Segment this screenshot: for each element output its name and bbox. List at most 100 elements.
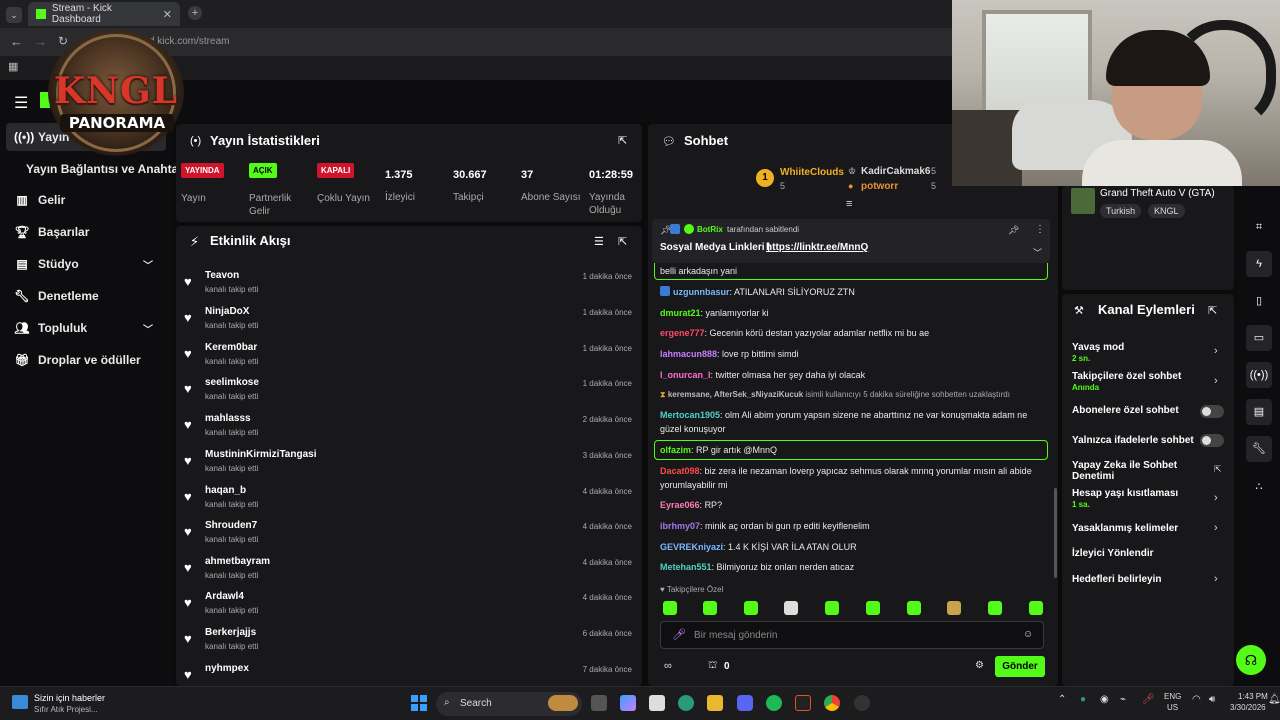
notification-icon[interactable]: 🔔︎ <box>1268 694 1280 705</box>
send-button[interactable]: Gönder <box>995 656 1045 677</box>
chevron-down-icon[interactable]: ﹀ <box>1033 246 1042 259</box>
pinned-by-user[interactable]: BotRix <box>697 225 723 234</box>
emote-7[interactable] <box>907 601 921 615</box>
action-account-age[interactable]: Hesap yaşı kısıtlaması 1 sa. <box>1072 488 1178 509</box>
emote-3[interactable] <box>744 601 758 615</box>
emote-1[interactable] <box>663 601 677 615</box>
action-banned-words[interactable]: Yasaklanmış kelimeler <box>1072 523 1178 534</box>
emote-10[interactable] <box>1029 601 1043 615</box>
windows-start-icon[interactable] <box>411 695 427 711</box>
activity-user[interactable]: nyhmpex <box>205 663 249 674</box>
chat-user[interactable]: Dacat098 <box>660 466 700 476</box>
broadcast-icon[interactable]: ((•)) <box>1246 362 1272 388</box>
edge-icon[interactable] <box>678 695 694 711</box>
language-code[interactable]: ENG <box>1164 692 1181 701</box>
sidebar-item-topluluk[interactable]: 👥︎ Topluluk ﹀ <box>0 314 172 342</box>
sidebar-item-denetleme[interactable]: 🔧︎ Denetleme <box>0 282 98 310</box>
news-title[interactable]: Sizin için haberler <box>34 693 105 703</box>
new-tab-icon[interactable]: + <box>188 6 202 20</box>
chat-user[interactable]: ibrhmy07 <box>660 521 700 531</box>
activity-user[interactable]: Kerem0bar <box>205 342 257 353</box>
emote-8[interactable] <box>947 601 961 615</box>
leaderboard-user[interactable]: KadirCakmak6 <box>861 166 930 177</box>
chat-user[interactable]: olfazim <box>660 445 691 455</box>
activity-user[interactable]: ahmetbayram <box>205 556 270 567</box>
support-button[interactable]: ☊ <box>1236 645 1266 675</box>
subscribers-only-toggle[interactable] <box>1200 405 1224 418</box>
archive-icon[interactable]: ▤ <box>1246 399 1272 425</box>
reload-icon[interactable]: ↻ <box>58 34 68 48</box>
sidebar-item-droplar[interactable]: 🎁︎ Droplar ve ödüller <box>0 346 140 374</box>
chat-user[interactable]: GEVREKniyazi <box>660 542 723 552</box>
activity-user[interactable]: haqan_b <box>205 485 246 496</box>
back-icon[interactable]: ← <box>10 34 23 49</box>
sidebar-item-stream-key[interactable]: Yayın Bağlantısı ve Anahtarı <box>26 155 186 183</box>
chat-user[interactable]: lahmacun888 <box>660 349 717 359</box>
activity-user[interactable]: Shrouden7 <box>205 520 257 531</box>
emote-2[interactable] <box>703 601 717 615</box>
crop-icon[interactable]: ⌗ <box>1246 214 1272 240</box>
activity-user[interactable]: NinjaDoX <box>205 306 249 317</box>
document-icon[interactable]: ▯ <box>1246 288 1272 314</box>
unpin-icon[interactable]: 📌︎ <box>1008 225 1019 236</box>
tag-chip[interactable]: KNGL <box>1148 204 1185 218</box>
copilot-icon[interactable] <box>620 695 636 711</box>
volume-icon[interactable]: 🔊︎ <box>1209 694 1215 705</box>
chat-user[interactable]: uzgunnbasur <box>673 287 730 297</box>
activity-user[interactable]: MustininKirmiziTangasi <box>205 449 317 460</box>
action-slow-mode[interactable]: Yavaş mod 2 sn. <box>1072 342 1124 363</box>
forward-icon[interactable]: → <box>34 34 47 49</box>
chevron-right-icon[interactable]: › <box>1214 573 1218 585</box>
chevron-right-icon[interactable]: › <box>1214 345 1218 357</box>
popout-icon[interactable]: ⇱ <box>618 134 627 147</box>
news-widget-icon[interactable] <box>12 695 28 709</box>
pinned-link[interactable]: https://linktr.ee/MnnQ <box>766 242 868 253</box>
tag-chip[interactable]: Turkish <box>1100 204 1142 218</box>
activity-user[interactable]: Ardawl4 <box>205 591 244 602</box>
task-view-icon[interactable] <box>591 695 607 711</box>
close-tab-icon[interactable]: ✕ <box>163 8 172 21</box>
clock-time[interactable]: 1:43 PM <box>1238 692 1268 701</box>
emote-5[interactable] <box>825 601 839 615</box>
game-title[interactable]: Grand Theft Auto V (GTA) <box>1100 188 1215 199</box>
tab-search-icon[interactable]: ⌄ <box>6 7 22 23</box>
steam-icon[interactable]: ◉ <box>1100 694 1109 705</box>
expand-leaderboard-icon[interactable]: ≡ <box>846 198 852 210</box>
activity-user[interactable]: seelimkose <box>205 377 259 388</box>
browser-tab[interactable]: Stream - Kick Dashboard ✕ <box>28 2 180 26</box>
chat-user[interactable]: Eyrae066 <box>660 500 700 510</box>
app-icon[interactable] <box>854 695 870 711</box>
action-followers-only[interactable]: Takipçilere özel sohbet Anında <box>1072 371 1181 392</box>
apps-grid-icon[interactable]: ▦ <box>8 60 18 73</box>
emote-4[interactable] <box>784 601 798 615</box>
discord-icon[interactable] <box>737 695 753 711</box>
wifi-icon[interactable]: ◠ <box>1192 694 1201 705</box>
emote-6[interactable] <box>866 601 880 615</box>
chat-user[interactable]: ergene777 <box>660 328 705 338</box>
mic-icon[interactable]: 🎤︎ <box>672 628 686 641</box>
external-link-icon[interactable]: ⇱ <box>1214 464 1222 475</box>
chat-user[interactable]: Mertocan1905 <box>660 410 720 420</box>
leaderboard-user[interactable]: WhiiteClouds <box>780 167 844 178</box>
leaderboard-user[interactable]: potworr <box>861 181 898 192</box>
chat-icon[interactable]: ▭ <box>1246 325 1272 351</box>
points-icon[interactable]: ∞ <box>664 660 672 672</box>
lightning-icon[interactable]: ϟ <box>1246 251 1272 277</box>
menu-icon[interactable]: ☰ <box>14 93 28 113</box>
sidebar-item-gelir[interactable]: ▥ Gelir <box>0 186 65 214</box>
action-ai-moderation[interactable]: Yapay Zeka ile Sohbet Denetimi <box>1072 460 1202 482</box>
action-raid[interactable]: İzleyici Yönlendir <box>1072 548 1154 559</box>
chat-user[interactable]: l_onurcan_l <box>660 370 711 380</box>
popout-icon[interactable]: ⇱ <box>618 235 627 248</box>
sidebar-item-basarilar[interactable]: 🏆︎ Başarılar <box>0 218 89 246</box>
emote-9[interactable] <box>988 601 1002 615</box>
more-icon[interactable]: ⋮ <box>1035 224 1045 235</box>
activity-user[interactable]: Teavon <box>205 270 239 281</box>
network-icon[interactable]: ⌁ <box>1120 694 1126 705</box>
chat-user[interactable]: dmurat21 <box>660 308 701 318</box>
activity-user[interactable]: Berkerjajjs <box>205 627 256 638</box>
wrench-icon[interactable]: 🔧︎ <box>1246 436 1272 462</box>
popout-icon[interactable]: ⇱ <box>1208 304 1217 317</box>
obs-app-icon[interactable] <box>795 695 811 711</box>
chevron-right-icon[interactable]: › <box>1214 375 1218 387</box>
